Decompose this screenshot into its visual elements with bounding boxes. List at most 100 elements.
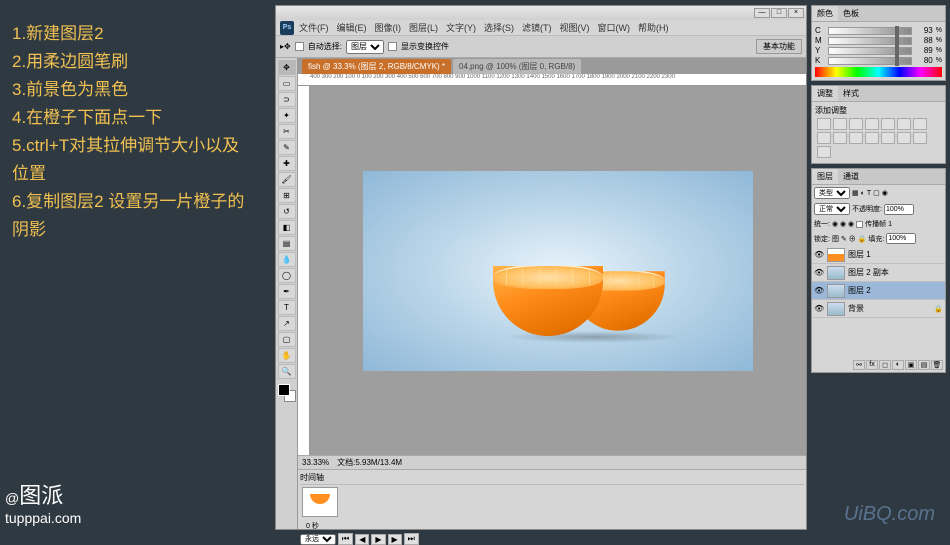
wand-tool[interactable]: ✦ <box>278 108 296 123</box>
layer-fx-icon[interactable]: fx <box>866 360 878 370</box>
anim-first[interactable]: ⏮ <box>338 533 353 545</box>
adj-levels-icon[interactable] <box>833 118 847 130</box>
k-slider[interactable] <box>828 57 912 65</box>
adj-brightness-icon[interactable] <box>817 118 831 130</box>
blend-mode[interactable]: 正常 <box>814 203 850 215</box>
heal-tool[interactable]: ✚ <box>278 156 296 171</box>
new-layer-icon[interactable]: ▤ <box>918 360 930 370</box>
show-transform-checkbox[interactable] <box>388 42 397 51</box>
adj-thresh-icon[interactable] <box>897 132 911 144</box>
doc-tab-1[interactable]: fish @ 33.3% (图层 2, RGB/8/CMYK) * <box>302 59 451 74</box>
visibility-icon[interactable]: 👁 <box>814 286 824 295</box>
layer-mask-icon[interactable]: ◻ <box>879 360 891 370</box>
menu-window[interactable]: 窗口(W) <box>595 21 634 34</box>
gradient-tool[interactable]: ▤ <box>278 236 296 251</box>
adj-curves-icon[interactable] <box>849 118 863 130</box>
anim-prev[interactable]: ◀ <box>355 534 369 545</box>
close-button[interactable]: × <box>788 8 804 18</box>
anim-last[interactable]: ⏭ <box>404 533 419 545</box>
adj-select-icon[interactable] <box>817 146 831 158</box>
path-tool[interactable]: ↗ <box>278 316 296 331</box>
layer-row[interactable]: 👁 图层 2 <box>812 282 945 300</box>
menu-filter[interactable]: 滤镜(T) <box>519 21 555 34</box>
zoom-level[interactable]: 33.33% <box>302 458 329 467</box>
doc-tab-2[interactable]: 04.png @ 100% (图层 0, RGB/8) <box>453 59 581 74</box>
canvas-area[interactable] <box>310 86 806 455</box>
c-value[interactable]: 93 <box>915 26 933 35</box>
lasso-tool[interactable]: ⊃ <box>278 92 296 107</box>
layers-tab[interactable]: 图层 <box>812 169 838 184</box>
foreground-color[interactable] <box>278 384 290 396</box>
menu-view[interactable]: 视图(V) <box>557 21 593 34</box>
frame-duration[interactable]: 0 秒 <box>306 521 804 531</box>
adj-invert-icon[interactable] <box>865 132 879 144</box>
zoom-tool[interactable]: 🔍 <box>278 364 296 379</box>
anim-next[interactable]: ▶ <box>388 534 402 545</box>
color-spectrum[interactable] <box>815 67 942 77</box>
menu-layer[interactable]: 图层(L) <box>406 21 441 34</box>
adj-bw-icon[interactable] <box>913 118 927 130</box>
m-slider[interactable] <box>828 37 912 45</box>
adj-photo-icon[interactable] <box>817 132 831 144</box>
eyedropper-tool[interactable]: ✎ <box>278 140 296 155</box>
crop-tool[interactable]: ✂ <box>278 124 296 139</box>
color-swatch[interactable] <box>278 384 296 402</box>
auto-select-checkbox[interactable] <box>295 42 304 51</box>
history-brush-tool[interactable]: ↺ <box>278 204 296 219</box>
visibility-icon[interactable]: 👁 <box>814 268 824 277</box>
menu-file[interactable]: 文件(F) <box>296 21 332 34</box>
m-value[interactable]: 88 <box>915 36 933 45</box>
anim-frame-1[interactable] <box>302 487 338 517</box>
k-value[interactable]: 80 <box>915 56 933 65</box>
eraser-tool[interactable]: ◧ <box>278 220 296 235</box>
menu-select[interactable]: 选择(S) <box>481 21 517 34</box>
adjust-tab[interactable]: 调整 <box>812 86 838 101</box>
unify-icons[interactable]: ◉ ◉ ◉ <box>832 220 854 228</box>
stamp-tool[interactable]: ⊞ <box>278 188 296 203</box>
marquee-tool[interactable]: ▭ <box>278 76 296 91</box>
new-group-icon[interactable]: ▣ <box>905 360 917 370</box>
link-layers-icon[interactable]: ⚯ <box>853 360 865 370</box>
y-value[interactable]: 89 <box>915 46 933 55</box>
filter-icon-4[interactable]: ▢ <box>873 189 880 197</box>
filter-icon-3[interactable]: T <box>867 190 871 197</box>
adj-lookup-icon[interactable] <box>849 132 863 144</box>
layer-name[interactable]: 图层 2 <box>848 285 871 296</box>
filter-icon-5[interactable]: ◉ <box>882 189 888 197</box>
type-tool[interactable]: T <box>278 300 296 315</box>
menu-image[interactable]: 图像(I) <box>372 21 405 34</box>
pen-tool[interactable]: ✒ <box>278 284 296 299</box>
auto-select-dropdown[interactable]: 图层 <box>346 40 384 54</box>
adj-poster-icon[interactable] <box>881 132 895 144</box>
layer-row[interactable]: 👁图层 2 副本 <box>812 264 945 282</box>
menu-help[interactable]: 帮助(H) <box>635 21 672 34</box>
layer-row[interactable]: 👁 图层 1 <box>812 246 945 264</box>
hand-tool[interactable]: ✋ <box>278 348 296 363</box>
loop-select[interactable]: 永远 <box>300 534 336 545</box>
styles-tab[interactable]: 样式 <box>838 86 864 101</box>
adj-vibrance-icon[interactable] <box>881 118 895 130</box>
brush-tool[interactable]: 🖌 <box>278 172 296 187</box>
delete-layer-icon[interactable]: 🗑 <box>931 360 943 370</box>
layer-name[interactable]: 背景 <box>848 303 864 314</box>
layer-filter-kind[interactable]: 类型 <box>814 187 850 199</box>
new-fill-icon[interactable]: ◐ <box>892 360 904 370</box>
visibility-icon[interactable]: 👁 <box>814 304 824 313</box>
adj-exposure-icon[interactable] <box>865 118 879 130</box>
adj-gradmap-icon[interactable] <box>913 132 927 144</box>
minimize-button[interactable]: — <box>754 8 770 18</box>
adj-hue-icon[interactable] <box>897 118 911 130</box>
layer-row[interactable]: 👁背景🔒 <box>812 300 945 318</box>
adj-mixer-icon[interactable] <box>833 132 847 144</box>
fill-input[interactable] <box>886 233 916 244</box>
swatches-tab[interactable]: 色板 <box>838 6 864 21</box>
filter-icon[interactable]: ▦ <box>852 189 859 197</box>
layer-name[interactable]: 图层 1 <box>848 249 871 260</box>
y-slider[interactable] <box>828 47 912 55</box>
menu-edit[interactable]: 编辑(E) <box>334 21 370 34</box>
blur-tool[interactable]: 💧 <box>278 252 296 267</box>
lock-icons[interactable]: 图 ✎ ⊕ 🔒 <box>832 234 866 244</box>
visibility-icon[interactable]: 👁 <box>814 250 824 259</box>
channels-tab[interactable]: 通道 <box>838 169 864 184</box>
opacity-input[interactable] <box>884 204 914 215</box>
